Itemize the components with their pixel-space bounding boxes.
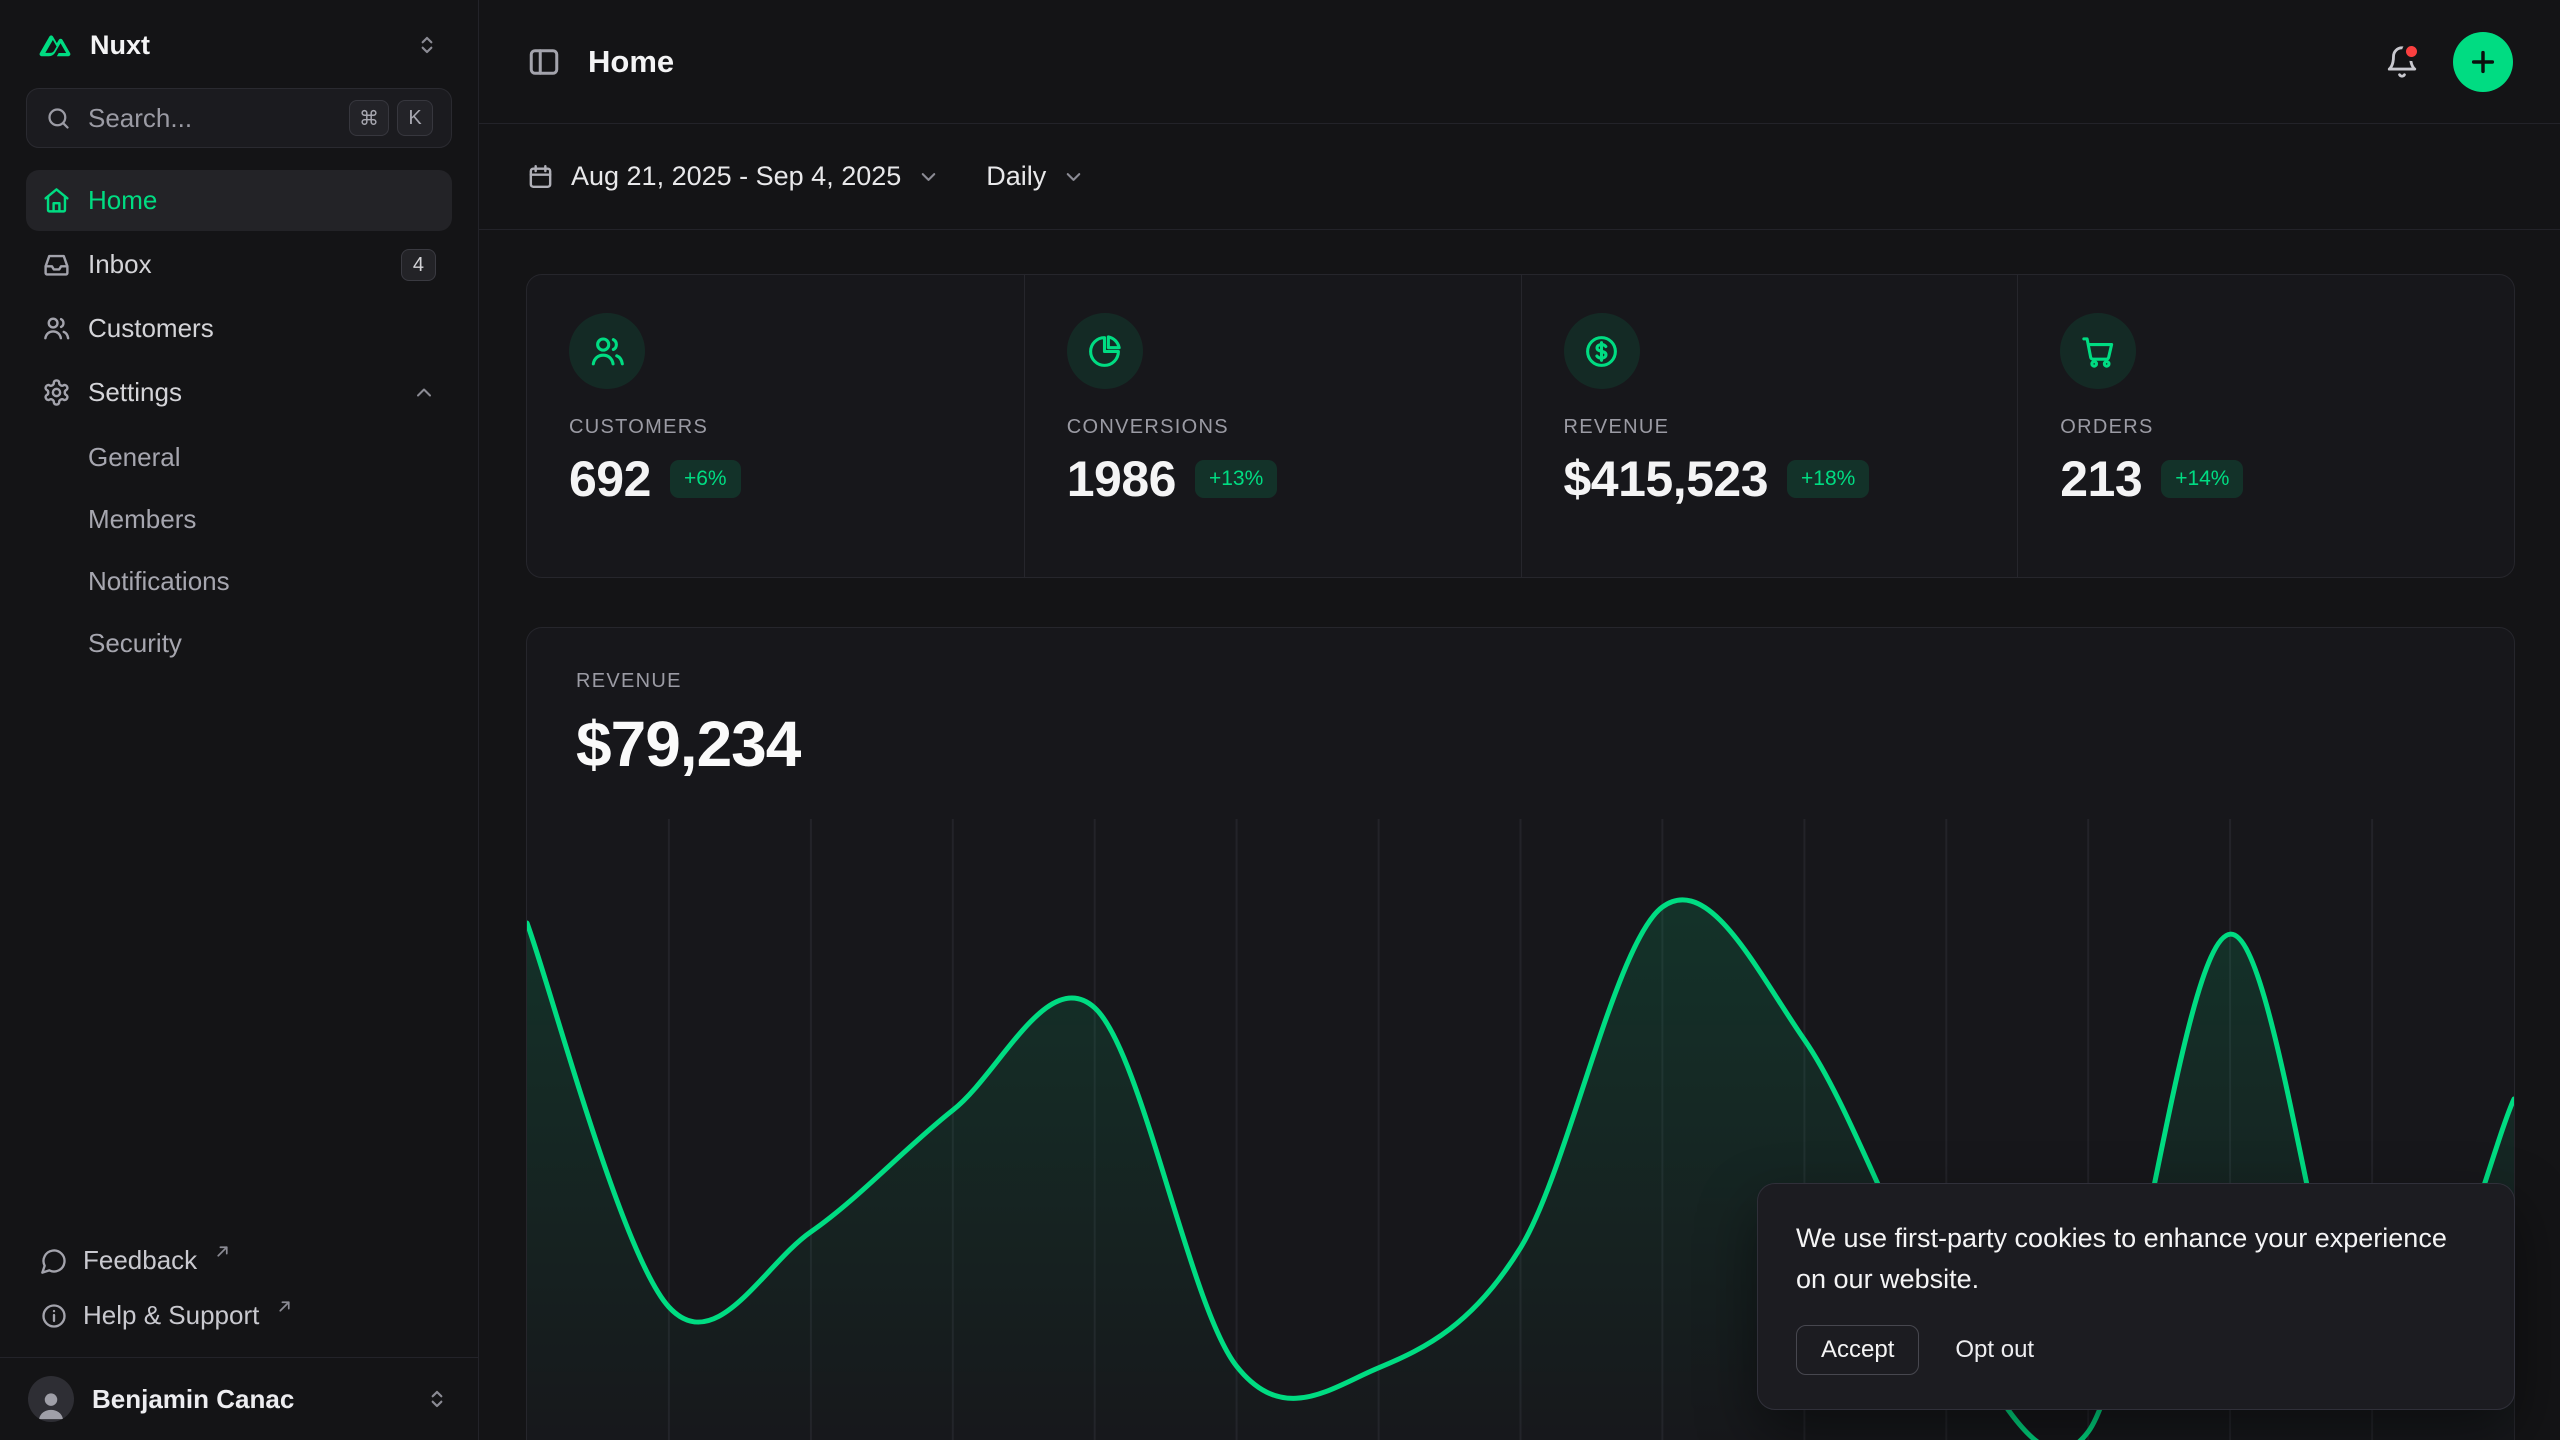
stat-revenue[interactable]: REVENUE $415,523 +18% (1521, 275, 2018, 577)
sidebar-item-notifications[interactable]: Notifications (26, 550, 452, 612)
calendar-icon (526, 162, 555, 191)
plus-icon (2467, 46, 2499, 78)
users-icon (42, 314, 71, 343)
stat-value: 213 (2060, 450, 2142, 508)
search-input[interactable]: Search... ⌘ K (26, 88, 452, 148)
inbox-count-badge: 4 (401, 249, 436, 281)
stat-orders[interactable]: ORDERS 213 +14% (2017, 275, 2514, 577)
kbd-cmd: ⌘ (349, 100, 389, 136)
cookie-message: We use first-party cookies to enhance yo… (1796, 1218, 2476, 1299)
external-link-icon (214, 1243, 231, 1260)
sidebar-item-settings[interactable]: Settings (26, 362, 452, 423)
granularity-select[interactable]: Daily (986, 161, 1085, 192)
stat-delta-badge: +13% (1195, 460, 1277, 497)
sidebar-item-home[interactable]: Home (26, 170, 452, 231)
cookie-accept-button[interactable]: Accept (1796, 1325, 1919, 1375)
date-range-picker[interactable]: Aug 21, 2025 - Sep 4, 2025 (526, 161, 940, 192)
dollar-circle-icon (1564, 313, 1640, 389)
stat-delta-badge: +14% (2161, 460, 2243, 497)
chevron-down-icon (917, 165, 940, 188)
sidebar-item-label: Home (88, 185, 157, 216)
sidebar-item-label: Customers (88, 313, 214, 344)
chevron-up-down-icon (424, 1386, 450, 1412)
stat-value: $415,523 (1564, 450, 1769, 508)
info-circle-icon (40, 1302, 68, 1330)
filters-toolbar: Aug 21, 2025 - Sep 4, 2025 Daily (479, 124, 2560, 230)
stat-conversions[interactable]: CONVERSIONS 1986 +13% (1024, 275, 1521, 577)
user-menu[interactable]: Benjamin Canac (0, 1357, 478, 1440)
workspace-name: Nuxt (90, 30, 150, 61)
workspace-selector[interactable]: Nuxt (26, 16, 452, 74)
stat-label: CUSTOMERS (569, 416, 982, 439)
gear-icon (42, 378, 71, 407)
search-icon (45, 105, 72, 132)
add-button[interactable] (2453, 32, 2513, 92)
sidebar-toggle-button[interactable] (526, 44, 562, 80)
stat-value: 1986 (1067, 450, 1176, 508)
notification-dot (2402, 42, 2421, 61)
notifications-button[interactable] (2385, 45, 2419, 79)
cookie-consent-toast: We use first-party cookies to enhance yo… (1757, 1183, 2515, 1410)
revenue-card-label: REVENUE (576, 670, 2465, 693)
stat-customers[interactable]: CUSTOMERS 692 +6% (527, 275, 1024, 577)
stat-delta-badge: +18% (1787, 460, 1869, 497)
nuxt-logo-icon (38, 28, 72, 62)
revenue-card-value: $79,234 (576, 707, 2465, 781)
sidebar-footer: Feedback Help & Support (0, 1233, 478, 1357)
stat-value: 692 (569, 450, 651, 508)
inbox-icon (42, 250, 71, 279)
stat-label: REVENUE (1564, 416, 1976, 439)
page-title: Home (588, 44, 674, 80)
sidebar-item-label: Settings (88, 377, 182, 408)
sidebar-spacer (0, 674, 478, 1233)
feedback-link[interactable]: Feedback (26, 1233, 452, 1288)
cart-icon (2060, 313, 2136, 389)
feedback-bubble-icon (40, 1247, 68, 1275)
home-icon (42, 186, 71, 215)
stats-summary-card: CUSTOMERS 692 +6% CONVERSIONS 1986 +13% (526, 274, 2515, 578)
pie-chart-icon (1067, 313, 1143, 389)
cookie-optout-button[interactable]: Opt out (1955, 1336, 2034, 1364)
sidebar-item-customers[interactable]: Customers (26, 298, 452, 359)
topbar: Home (479, 0, 2560, 124)
sidebar: Nuxt Search... ⌘ K Home Inbo (0, 0, 479, 1440)
sidebar-item-label: Inbox (88, 249, 152, 280)
kbd-k: K (397, 100, 433, 136)
chevron-up-down-icon (414, 32, 440, 58)
stat-label: CONVERSIONS (1067, 416, 1479, 439)
sidebar-item-members[interactable]: Members (26, 488, 452, 550)
sidebar-item-inbox[interactable]: Inbox 4 (26, 234, 452, 295)
app-root: Nuxt Search... ⌘ K Home Inbo (0, 0, 2560, 1440)
stat-delta-badge: +6% (670, 460, 741, 497)
sidebar-item-security[interactable]: Security (26, 612, 452, 674)
external-link-icon (276, 1298, 293, 1315)
search-kbd-group: ⌘ K (349, 100, 433, 136)
sidebar-item-general[interactable]: General (26, 426, 452, 488)
chevron-up-icon (412, 381, 436, 405)
avatar (28, 1376, 74, 1422)
stat-label: ORDERS (2060, 416, 2472, 439)
help-support-link[interactable]: Help & Support (26, 1288, 452, 1343)
search-placeholder: Search... (88, 103, 192, 134)
chevron-down-icon (1062, 165, 1085, 188)
panel-left-icon (526, 44, 562, 80)
sidebar-nav: Home Inbox 4 Customers Settings General … (0, 170, 478, 674)
users-icon (569, 313, 645, 389)
user-name: Benjamin Canac (92, 1384, 294, 1415)
